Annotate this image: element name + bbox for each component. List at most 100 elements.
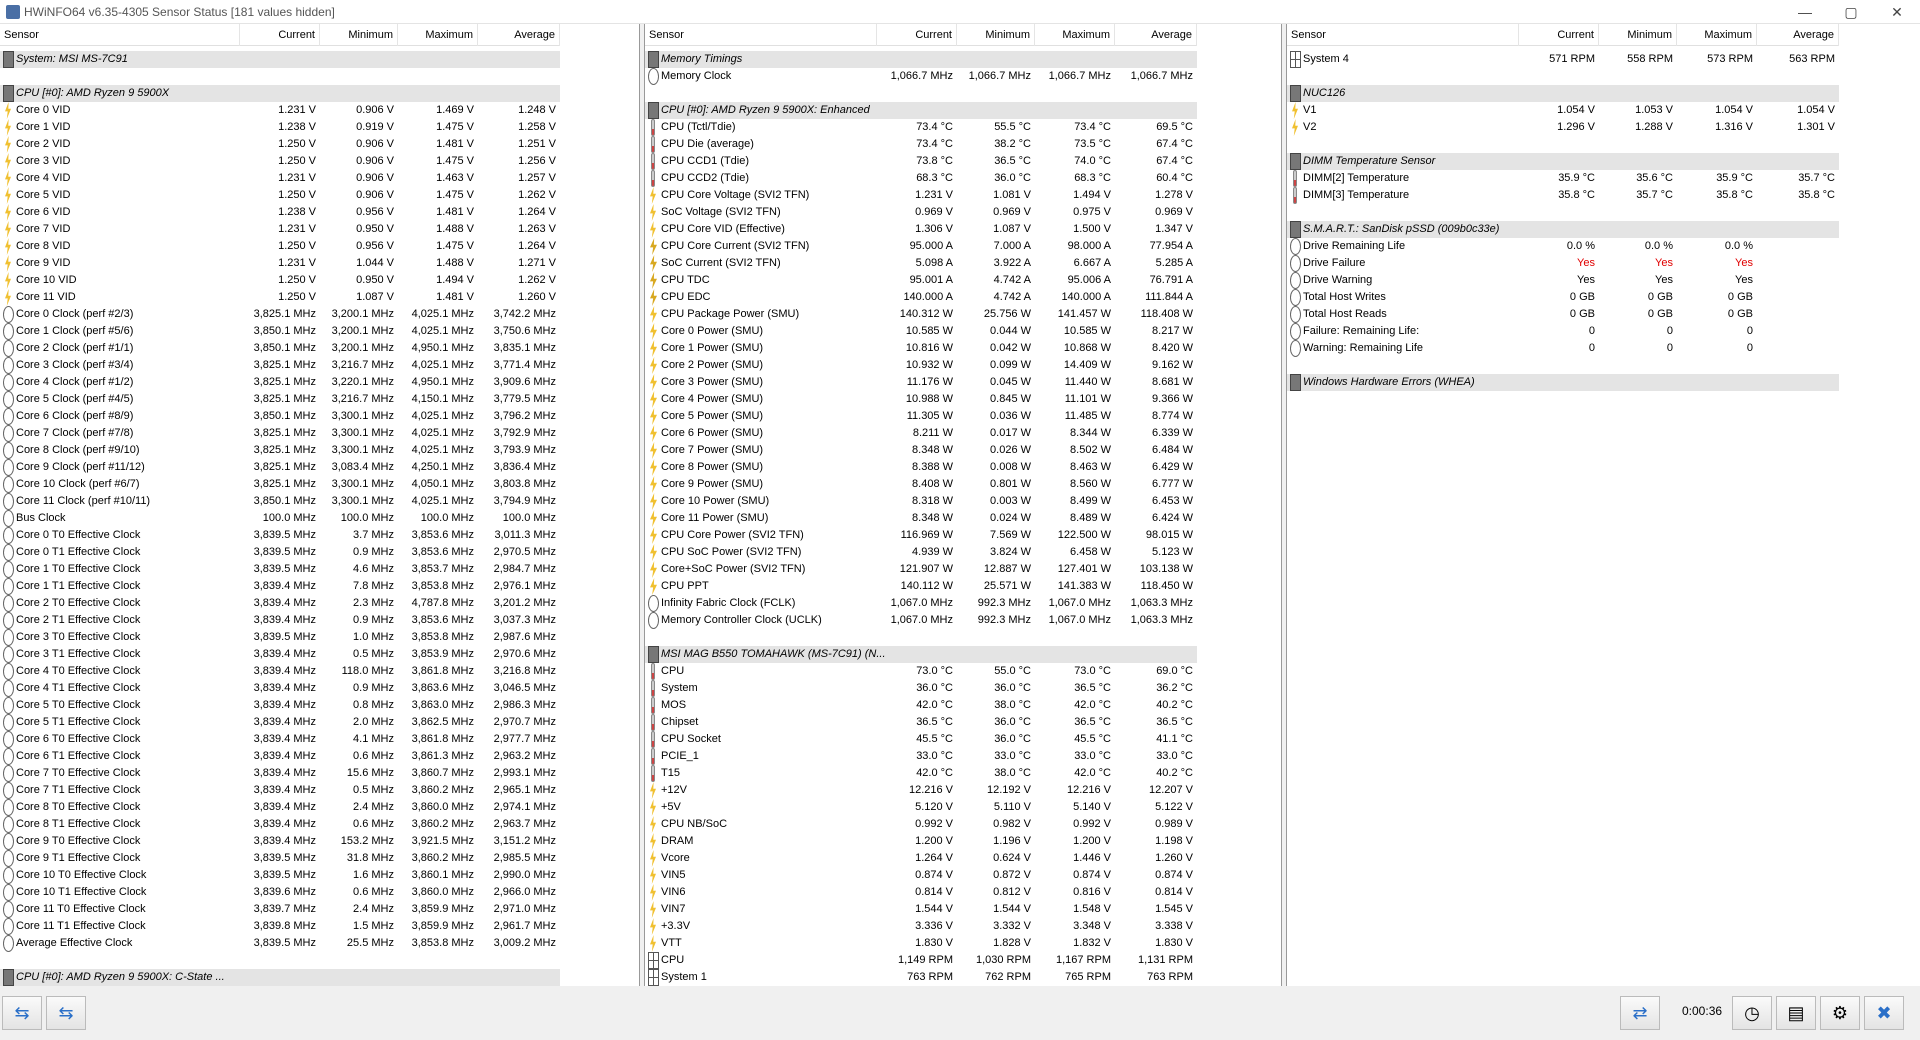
sensor-row[interactable]: VIN7 1.544 V 1.544 V 1.548 V 1.545 V xyxy=(645,901,1197,918)
sensor-row[interactable]: Core 9 T1 Effective Clock 3,839.5 MHz 31.8… xyxy=(0,850,560,867)
sensor-row[interactable]: Core 1 T1 Effective Clock 3,839.4 MHz 7.8 … xyxy=(0,578,560,595)
column-header-sensor[interactable]: Sensor xyxy=(1287,24,1519,46)
maximize-button[interactable]: ▢ xyxy=(1828,0,1874,24)
sensor-row[interactable]: Core 7 T0 Effective Clock 3,839.4 MHz 15.6… xyxy=(0,765,560,782)
column-header-average[interactable]: Average xyxy=(478,24,560,46)
sensor-row[interactable]: Drive Warning Yes Yes Yes xyxy=(1287,272,1839,289)
report-button[interactable]: ▤ xyxy=(1776,996,1816,1030)
sensor-group-header[interactable]: CPU [#0]: AMD Ryzen 9 5900X: C-State ... xyxy=(0,969,560,986)
sensor-row[interactable]: +3.3V 3.336 V 3.332 V 3.348 V 3.338 V xyxy=(645,918,1197,935)
sensor-row[interactable]: Core 7 VID 1.231 V 0.950 V 1.488 V 1.263 V xyxy=(0,221,560,238)
column-header-minimum[interactable]: Minimum xyxy=(1599,24,1677,46)
sensor-row[interactable]: VIN5 0.874 V 0.872 V 0.874 V 0.874 V xyxy=(645,867,1197,884)
sensor-row[interactable]: Memory Clock 1,066.7 MHz 1,066.7 MHz 1,066.… xyxy=(645,68,1197,85)
sensor-row[interactable]: Core 6 Power (SMU) 8.211 W 0.017 W 8.344 W 6… xyxy=(645,425,1197,442)
column-header-current[interactable]: Current xyxy=(877,24,957,46)
sensor-row[interactable]: Core 5 T1 Effective Clock 3,839.4 MHz 2.0 … xyxy=(0,714,560,731)
sensor-row[interactable]: Core 4 T0 Effective Clock 3,839.4 MHz 118.… xyxy=(0,663,560,680)
sensor-row[interactable]: Core 2 T0 Effective Clock 3,839.4 MHz 2.3 … xyxy=(0,595,560,612)
column-header-maximum[interactable]: Maximum xyxy=(398,24,478,46)
sensor-row[interactable]: Core 5 T0 Effective Clock 3,839.4 MHz 0.8 … xyxy=(0,697,560,714)
sensor-group-header[interactable]: NUC126 xyxy=(1287,85,1839,102)
nav-right-button[interactable]: ⇆ xyxy=(46,996,86,1030)
sensor-row[interactable]: Core 7 Clock (perf #7/8) 3,825.1 MHz 3,300… xyxy=(0,425,560,442)
sensor-row[interactable]: Core 3 VID 1.250 V 0.906 V 1.475 V 1.256 V xyxy=(0,153,560,170)
sensor-row[interactable]: Core 11 Clock (perf #10/11) 3,850.1 MHz 3,… xyxy=(0,493,560,510)
sensor-row[interactable]: Core+SoC Power (SVI2 TFN) 121.907 W 12.887… xyxy=(645,561,1197,578)
sensor-row[interactable]: Core 3 Clock (perf #3/4) 3,825.1 MHz 3,216… xyxy=(0,357,560,374)
sensor-row[interactable]: CPU NB/SoC 0.992 V 0.982 V 0.992 V 0.989 V xyxy=(645,816,1197,833)
sensor-row[interactable]: Chipset 36.5 °C 36.0 °C 36.5 °C 36.5 °C xyxy=(645,714,1197,731)
sensor-row[interactable]: CPU Core VID (Effective) 1.306 V 1.087 V 1.… xyxy=(645,221,1197,238)
column-header-maximum[interactable]: Maximum xyxy=(1035,24,1115,46)
sensor-row[interactable]: Core 10 T0 Effective Clock 3,839.5 MHz 1.6… xyxy=(0,867,560,884)
sensor-row[interactable]: Core 3 T1 Effective Clock 3,839.4 MHz 0.5 … xyxy=(0,646,560,663)
sensor-row[interactable]: Average Effective Clock 3,839.5 MHz 25.5 M… xyxy=(0,935,560,952)
sensor-panel-3[interactable]: Sensor Current Minimum Maximum Average System… xyxy=(1287,24,1920,986)
sensor-row[interactable]: Core 10 Clock (perf #6/7) 3,825.1 MHz 3,30… xyxy=(0,476,560,493)
reset-button[interactable]: ⇄ xyxy=(1620,996,1660,1030)
sensor-row[interactable]: Core 8 T1 Effective Clock 3,839.4 MHz 0.6 … xyxy=(0,816,560,833)
sensor-panel-2[interactable]: Sensor Current Minimum Maximum Average Memory… xyxy=(645,24,1281,986)
column-header-sensor[interactable]: Sensor xyxy=(0,24,240,46)
column-header-current[interactable]: Current xyxy=(1519,24,1599,46)
sensor-row[interactable]: Core 10 T1 Effective Clock 3,839.6 MHz 0.6… xyxy=(0,884,560,901)
sensor-row[interactable]: Core 5 Power (SMU) 11.305 W 0.036 W 11.485 … xyxy=(645,408,1197,425)
sensor-row[interactable]: Infinity Fabric Clock (FCLK) 1,067.0 MHz 9… xyxy=(645,595,1197,612)
sensor-row[interactable]: Core 11 T0 Effective Clock 3,839.7 MHz 2.4… xyxy=(0,901,560,918)
clock-button[interactable]: ◷ xyxy=(1732,996,1772,1030)
sensor-row[interactable]: Bus Clock 100.0 MHz 100.0 MHz 100.0 MHz 100.… xyxy=(0,510,560,527)
settings-button[interactable]: ⚙ xyxy=(1820,996,1860,1030)
sensor-row[interactable]: DRAM 1.200 V 1.196 V 1.200 V 1.198 V xyxy=(645,833,1197,850)
sensor-row[interactable]: Core 1 T0 Effective Clock 3,839.5 MHz 4.6 … xyxy=(0,561,560,578)
sensor-row[interactable]: Core 4 Clock (perf #1/2) 3,825.1 MHz 3,220… xyxy=(0,374,560,391)
sensor-row[interactable]: Core 6 T1 Effective Clock 3,839.4 MHz 0.6 … xyxy=(0,748,560,765)
sensor-row[interactable]: Core 1 VID 1.238 V 0.919 V 1.475 V 1.258 V xyxy=(0,119,560,136)
sensor-row[interactable]: V2 1.296 V 1.288 V 1.316 V 1.301 V xyxy=(1287,119,1839,136)
sensor-row[interactable]: Vcore 1.264 V 0.624 V 1.446 V 1.260 V xyxy=(645,850,1197,867)
column-header-minimum[interactable]: Minimum xyxy=(957,24,1035,46)
sensor-row[interactable]: Core 10 VID 1.250 V 0.950 V 1.494 V 1.262 V xyxy=(0,272,560,289)
sensor-panel-1[interactable]: Sensor Current Minimum Maximum Average System… xyxy=(0,24,639,986)
sensor-row[interactable]: Drive Remaining Life 0.0 % 0.0 % 0.0 % xyxy=(1287,238,1839,255)
sensor-row[interactable]: Core 6 Clock (perf #8/9) 3,850.1 MHz 3,300… xyxy=(0,408,560,425)
sensor-row[interactable]: SoC Voltage (SVI2 TFN) 0.969 V 0.969 V 0.97… xyxy=(645,204,1197,221)
sensor-group-header[interactable]: DIMM Temperature Sensor xyxy=(1287,153,1839,170)
sensor-row[interactable]: CPU 73.0 °C 55.0 °C 73.0 °C 69.0 °C xyxy=(645,663,1197,680)
sensor-row[interactable]: Core 6 VID 1.238 V 0.956 V 1.481 V 1.264 V xyxy=(0,204,560,221)
column-header-maximum[interactable]: Maximum xyxy=(1677,24,1757,46)
sensor-row[interactable]: Drive Failure Yes Yes Yes xyxy=(1287,255,1839,272)
sensor-row[interactable]: Core 3 T0 Effective Clock 3,839.5 MHz 1.0 … xyxy=(0,629,560,646)
sensor-row[interactable]: CPU Die (average) 73.4 °C 38.2 °C 73.5 °C 67… xyxy=(645,136,1197,153)
close-button[interactable]: ✕ xyxy=(1874,0,1920,24)
sensor-row[interactable]: T15 42.0 °C 38.0 °C 42.0 °C 40.2 °C xyxy=(645,765,1197,782)
sensor-group-header[interactable]: Memory Timings xyxy=(645,51,1197,68)
sensor-row[interactable]: CPU SoC Power (SVI2 TFN) 4.939 W 3.824 W 6.… xyxy=(645,544,1197,561)
sensor-row[interactable]: CPU Core Voltage (SVI2 TFN) 1.231 V 1.081 … xyxy=(645,187,1197,204)
sensor-group-header[interactable]: S.M.A.R.T.: SanDisk pSSD (009b0c33e) xyxy=(1287,221,1839,238)
sensor-group-header[interactable]: System: MSI MS-7C91 xyxy=(0,51,560,68)
nav-left-button[interactable]: ⇆ xyxy=(2,996,42,1030)
sensor-row[interactable]: Core 11 Power (SMU) 8.348 W 0.024 W 8.489 W… xyxy=(645,510,1197,527)
sensor-row[interactable]: Core 1 Clock (perf #5/6) 3,850.1 MHz 3,200… xyxy=(0,323,560,340)
sensor-row[interactable]: System 1 763 RPM 762 RPM 765 RPM 763 RPM xyxy=(645,969,1197,986)
sensor-row[interactable]: Warning: Remaining Life 0 0 0 xyxy=(1287,340,1839,357)
sensor-row[interactable]: Core 11 T1 Effective Clock 3,839.8 MHz 1.5… xyxy=(0,918,560,935)
sensor-row[interactable]: Core 2 Clock (perf #1/1) 3,850.1 MHz 3,200… xyxy=(0,340,560,357)
sensor-row[interactable]: SoC Current (SVI2 TFN) 5.098 A 3.922 A 6.66… xyxy=(645,255,1197,272)
sensor-row[interactable]: Core 2 T1 Effective Clock 3,839.4 MHz 0.9 … xyxy=(0,612,560,629)
sensor-row[interactable]: Core 7 T1 Effective Clock 3,839.4 MHz 0.5 … xyxy=(0,782,560,799)
sensor-row[interactable]: Core 8 VID 1.250 V 0.956 V 1.475 V 1.264 V xyxy=(0,238,560,255)
sensor-group-header[interactable]: CPU [#0]: AMD Ryzen 9 5900X: Enhanced xyxy=(645,102,1197,119)
sensor-row[interactable]: Core 0 VID 1.231 V 0.906 V 1.469 V 1.248 V xyxy=(0,102,560,119)
sensor-row[interactable]: Total Host Reads 0 GB 0 GB 0 GB xyxy=(1287,306,1839,323)
sensor-row[interactable]: Core 0 T1 Effective Clock 3,839.5 MHz 0.9 … xyxy=(0,544,560,561)
column-header-average[interactable]: Average xyxy=(1757,24,1839,46)
sensor-row[interactable]: Core 2 Power (SMU) 10.932 W 0.099 W 14.409 … xyxy=(645,357,1197,374)
sensor-row[interactable]: Core 9 T0 Effective Clock 3,839.4 MHz 153.… xyxy=(0,833,560,850)
sensor-row[interactable]: MOS 42.0 °C 38.0 °C 42.0 °C 40.2 °C xyxy=(645,697,1197,714)
sensor-row[interactable]: CPU Core Power (SVI2 TFN) 116.969 W 7.569 … xyxy=(645,527,1197,544)
sensor-row[interactable]: Memory Controller Clock (UCLK) 1,067.0 MH… xyxy=(645,612,1197,629)
column-header-sensor[interactable]: Sensor xyxy=(645,24,877,46)
sensor-row[interactable]: CPU PPT 140.112 W 25.571 W 141.383 W 118.450… xyxy=(645,578,1197,595)
